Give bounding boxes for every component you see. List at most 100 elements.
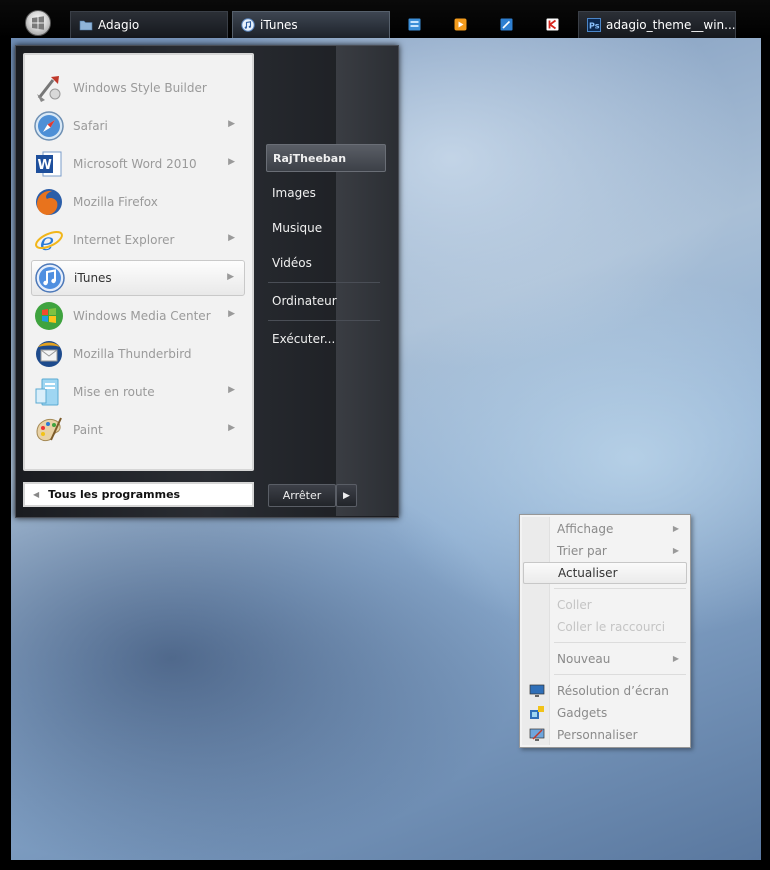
places-item-videos[interactable]: Vidéos	[266, 249, 386, 277]
personalize-icon	[529, 728, 545, 741]
program-label: Microsoft Word 2010	[73, 156, 197, 171]
submenu-arrow-icon: ▶	[228, 119, 235, 129]
user-name: RajTheeban	[273, 151, 347, 165]
context-menu-separator	[554, 674, 686, 675]
programs-list: Windows Style Builder Safari ▶ W Microso…	[23, 53, 254, 471]
program-label: Mozilla Firefox	[73, 194, 158, 209]
style-builder-icon	[37, 75, 61, 102]
places-item-images[interactable]: Images	[266, 179, 386, 207]
context-item-resolution[interactable]: Résolution d’écran	[523, 680, 687, 702]
places-separator	[268, 320, 380, 321]
shutdown-button[interactable]: Arrêter	[268, 484, 336, 507]
places-item-music[interactable]: Musique	[266, 214, 386, 242]
context-item-label: Résolution d’écran	[557, 684, 669, 698]
submenu-arrow-icon: ▶	[227, 272, 234, 282]
program-item-mozilla-firefox[interactable]: Mozilla Firefox	[33, 184, 245, 219]
svg-text:Ps: Ps	[589, 22, 600, 31]
program-item-paint[interactable]: Paint ▶	[33, 412, 245, 447]
submenu-arrow-icon: ▶	[228, 233, 235, 243]
shutdown-options-button[interactable]: ▶	[336, 484, 357, 507]
firefox-icon	[36, 188, 62, 215]
windows-logo-icon	[32, 16, 44, 30]
context-item-label: Affichage	[557, 522, 614, 536]
places-item-run[interactable]: Exécuter...	[266, 325, 386, 353]
places-label: Musique	[272, 221, 323, 235]
context-item-personnaliser[interactable]: Personnaliser	[523, 724, 687, 746]
context-item-label: Coller	[557, 598, 592, 612]
program-label: Windows Media Center	[73, 308, 211, 323]
internet-explorer-icon: e	[35, 228, 63, 256]
desktop-context-menu: Affichage ▶ Trier par ▶ Actualiser Colle…	[519, 514, 691, 748]
context-item-affichage[interactable]: Affichage ▶	[523, 518, 687, 540]
context-item-label: Gadgets	[557, 706, 608, 720]
taskbar-button-adagio[interactable]: Adagio	[70, 11, 228, 38]
media-player-icon[interactable]	[454, 18, 467, 31]
word-icon: W	[36, 151, 62, 176]
submenu-arrow-icon: ▶	[228, 309, 235, 319]
shutdown-label: Arrêter	[282, 489, 322, 502]
taskbar-button-itunes[interactable]: iTunes	[232, 11, 390, 38]
context-item-gadgets[interactable]: Gadgets	[523, 702, 687, 724]
program-label: Windows Style Builder	[73, 80, 207, 95]
submenu-arrow-icon: ▶	[228, 157, 235, 167]
program-label: iTunes	[74, 271, 112, 285]
context-item-label: Trier par	[557, 544, 607, 558]
paint-icon[interactable]	[500, 18, 513, 31]
submenu-arrow-icon: ▶	[228, 385, 235, 395]
submenu-arrow-icon: ▶	[672, 546, 679, 555]
program-label: Mozilla Thunderbird	[73, 346, 192, 361]
all-programs-button[interactable]: ◀ Tous les programmes	[23, 482, 254, 507]
places-item-computer[interactable]: Ordinateur	[266, 287, 386, 315]
places-label: Vidéos	[272, 256, 312, 270]
context-menu-separator	[554, 588, 686, 589]
context-item-coller[interactable]: Coller	[523, 594, 687, 616]
program-label: Paint	[73, 422, 103, 437]
program-item-mozilla-thunderbird[interactable]: Mozilla Thunderbird	[33, 336, 245, 371]
program-item-windows-style-builder[interactable]: Windows Style Builder	[33, 70, 245, 105]
getting-started-icon	[35, 378, 59, 405]
thunderbird-icon	[36, 340, 62, 367]
program-label: Safari	[73, 118, 108, 133]
program-label: Mise en route	[73, 384, 155, 399]
taskbar-button-label: iTunes	[260, 18, 298, 32]
program-item-mise-en-route[interactable]: Mise en route ▶	[33, 374, 245, 409]
context-item-trier-par[interactable]: Trier par ▶	[523, 540, 687, 562]
submenu-arrow-icon: ▶	[672, 524, 679, 533]
start-button[interactable]	[25, 10, 51, 36]
windows-explorer-icon[interactable]	[408, 18, 421, 31]
context-item-actualiser[interactable]: Actualiser	[523, 562, 687, 584]
app-k-icon[interactable]	[546, 18, 559, 31]
photoshop-icon: Ps	[587, 18, 601, 32]
places-label: Exécuter...	[272, 332, 336, 346]
chevron-right-icon: ▶	[343, 490, 350, 501]
context-item-coller-raccourci[interactable]: Coller le raccourci	[523, 616, 687, 638]
all-programs-label: Tous les programmes	[48, 488, 181, 501]
paint-icon	[36, 417, 62, 441]
program-item-internet-explorer[interactable]: e Internet Explorer ▶	[33, 222, 245, 257]
screen-resolution-icon	[529, 684, 545, 697]
svg-text:W: W	[38, 158, 52, 173]
safari-icon	[34, 110, 64, 141]
start-menu: Windows Style Builder Safari ▶ W Microso…	[15, 45, 399, 518]
context-item-label: Personnaliser	[557, 728, 638, 742]
media-center-icon	[35, 301, 63, 330]
program-item-itunes[interactable]: iTunes ▶	[31, 260, 245, 296]
taskbar-button-label: adagio_theme__win...	[606, 18, 736, 32]
context-item-nouveau[interactable]: Nouveau ▶	[523, 648, 687, 670]
taskbar-button-photoshop[interactable]: Ps adagio_theme__win...	[578, 11, 736, 38]
places-item-user[interactable]: RajTheeban	[266, 144, 386, 172]
program-item-windows-media-center[interactable]: Windows Media Center ▶	[33, 298, 245, 333]
program-item-safari[interactable]: Safari ▶	[33, 108, 245, 143]
places-separator	[268, 282, 380, 283]
submenu-arrow-icon: ▶	[228, 423, 235, 433]
start-menu-right-panel	[336, 46, 398, 516]
taskbar: Adagio iTunes Ps adagio_theme__win...	[0, 0, 770, 38]
program-item-microsoft-word[interactable]: W Microsoft Word 2010 ▶	[33, 146, 245, 181]
context-item-label: Coller le raccourci	[557, 620, 666, 634]
context-menu-separator	[554, 642, 686, 643]
context-item-label: Nouveau	[557, 652, 611, 666]
program-label: Internet Explorer	[73, 232, 175, 247]
taskbar-button-label: Adagio	[98, 18, 140, 32]
submenu-arrow-icon: ▶	[672, 654, 679, 663]
places-label: Ordinateur	[272, 294, 337, 308]
